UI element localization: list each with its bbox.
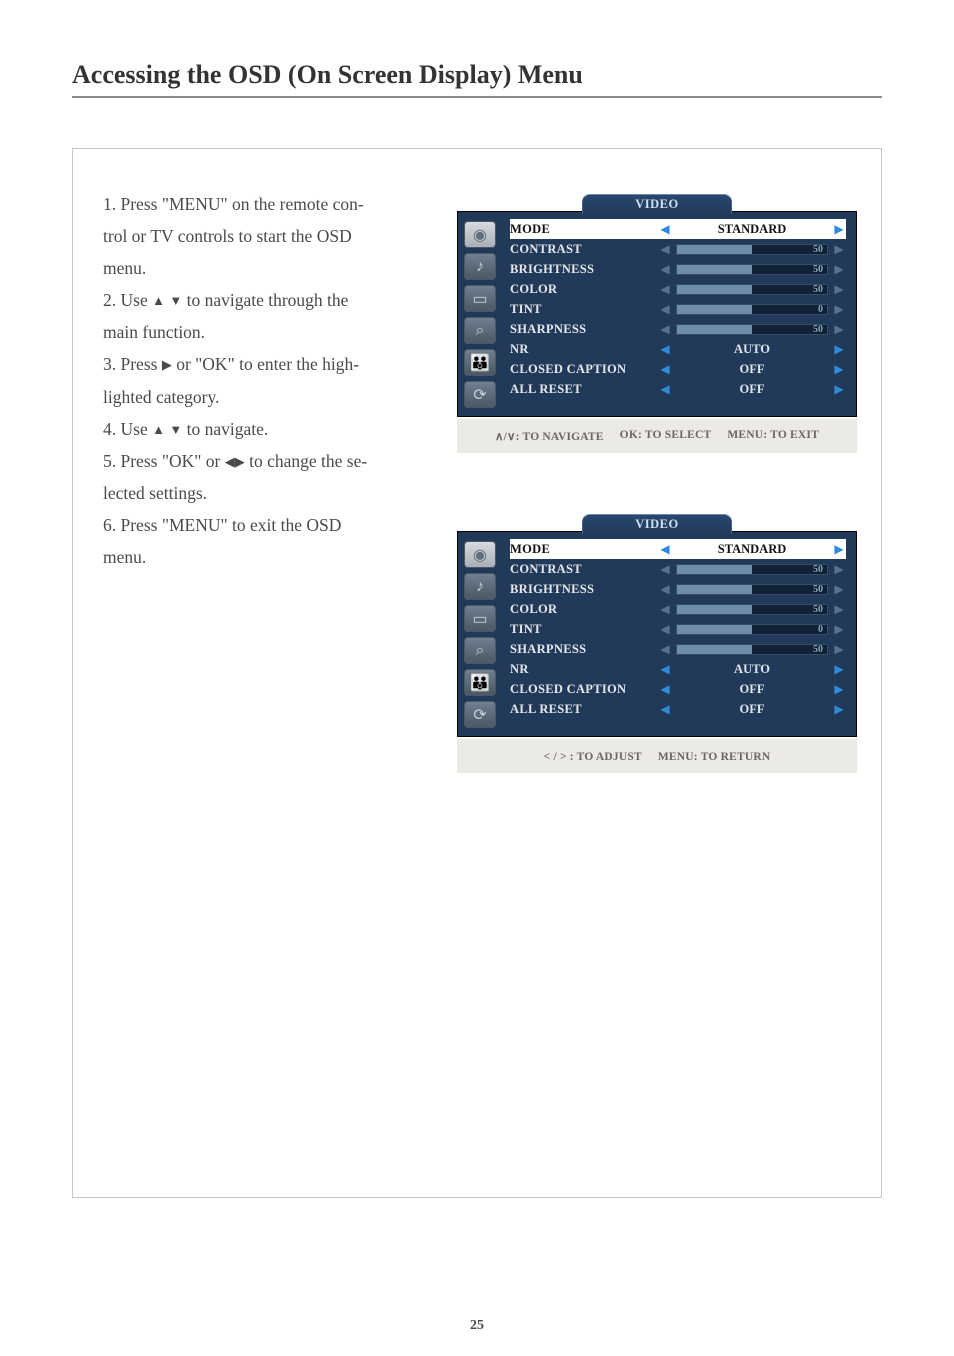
icon-setup: ⟳	[464, 381, 496, 408]
right-arrow-icon[interactable]: ▶	[832, 222, 846, 237]
osd-row-sharpness[interactable]: SHARPNESS ◀ 50 ▶	[510, 639, 846, 659]
step-6: 6. Press "MENU" to exit the OSD	[103, 510, 433, 540]
osd-row-brightness[interactable]: BRIGHTNESS ◀ 50 ▶	[510, 259, 846, 279]
osd-tab: VIDEO	[582, 514, 732, 534]
icon-tv: ⌕	[464, 317, 496, 344]
icon-audio: ♪	[464, 573, 496, 600]
osd-icon-column: ◉ ♪ ▭ ⌕ 👪 ⟳	[464, 219, 500, 408]
down-icon: ▼	[169, 422, 182, 437]
osd-hint-2: < / > : TO ADJUST MENU: TO RETURN	[457, 739, 857, 773]
osd-row-mode[interactable]: MODE ◀ STANDARD ▶	[510, 219, 846, 239]
page-number: 25	[0, 1318, 954, 1334]
osd-row-all-reset[interactable]: ALL RESET ◀ OFF ▶	[510, 379, 846, 399]
osd-row-brightness[interactable]: BRIGHTNESS ◀ 50 ▶	[510, 579, 846, 599]
osd-row-sharpness[interactable]: SHARPNESS ◀ 50 ▶	[510, 319, 846, 339]
up-icon: ▲	[152, 293, 165, 308]
left-arrow-icon[interactable]: ◀	[658, 222, 672, 237]
icon-parental: 👪	[464, 669, 496, 696]
icon-setup: ⟳	[464, 701, 496, 728]
osd-row-tint[interactable]: TINT ◀ 0 ▶	[510, 299, 846, 319]
icon-parental: 👪	[464, 349, 496, 376]
icon-audio: ♪	[464, 253, 496, 280]
osd-row-contrast[interactable]: CONTRAST ◀ 50 ▶	[510, 559, 846, 579]
osd-hint-1: ∧/∨: TO NAVIGATE OK: TO SELECT MENU: TO …	[457, 419, 857, 453]
down-icon: ▼	[169, 293, 182, 308]
step-1: 1. Press "MENU" on the remote con-	[103, 189, 433, 219]
osd-row-all-reset[interactable]: ALL RESET ◀ OFF ▶	[510, 699, 846, 719]
osd-menu-2: VIDEO ◉ ♪ ▭ ⌕ 👪 ⟳ MODE	[457, 531, 857, 737]
osd-row-tint[interactable]: TINT ◀ 0 ▶	[510, 619, 846, 639]
left-icon: ◀	[225, 454, 235, 469]
icon-video: ◉	[464, 541, 496, 568]
icon-pc: ▭	[464, 285, 496, 312]
icon-pc: ▭	[464, 605, 496, 632]
osd-icon-column: ◉ ♪ ▭ ⌕ 👪 ⟳	[464, 539, 500, 728]
osd-row-color[interactable]: COLOR ◀ 50 ▶	[510, 599, 846, 619]
icon-video: ◉	[464, 221, 496, 248]
right-icon: ▶	[235, 454, 245, 469]
osd-row-contrast[interactable]: CONTRAST ◀ 50 ▶	[510, 239, 846, 259]
title-heading: Accessing the OSD (On Screen Display) Me…	[72, 60, 882, 98]
up-icon: ▲	[152, 422, 165, 437]
osd-menu-1: VIDEO ◉ ♪ ▭ ⌕ 👪 ⟳ MODE	[457, 211, 857, 417]
instructions-list: 1. Press "MENU" on the remote con- trol …	[103, 189, 433, 773]
osd-row-nr[interactable]: NR ◀ AUTO ▶	[510, 659, 846, 679]
step-5: 5. Press "OK" or ◀▶ to change the se-	[103, 446, 433, 476]
right-icon: ▶	[162, 357, 172, 372]
step-2: 2. Use ▲ ▼ to navigate through the	[103, 285, 433, 315]
osd-row-nr[interactable]: NR ◀ AUTO ▶	[510, 339, 846, 359]
content-frame: 1. Press "MENU" on the remote con- trol …	[72, 148, 882, 1198]
osd-row-color[interactable]: COLOR ◀ 50 ▶	[510, 279, 846, 299]
step-4: 4. Use ▲ ▼ to navigate.	[103, 414, 433, 444]
osd-row-mode[interactable]: MODE ◀ STANDARD ▶	[510, 539, 846, 559]
icon-tv: ⌕	[464, 637, 496, 664]
osd-row-closed-caption[interactable]: CLOSED CAPTION ◀ OFF ▶	[510, 359, 846, 379]
osd-tab: VIDEO	[582, 194, 732, 214]
osd-row-closed-caption[interactable]: CLOSED CAPTION ◀ OFF ▶	[510, 679, 846, 699]
step-3: 3. Press ▶ or "OK" to enter the high-	[103, 349, 433, 379]
